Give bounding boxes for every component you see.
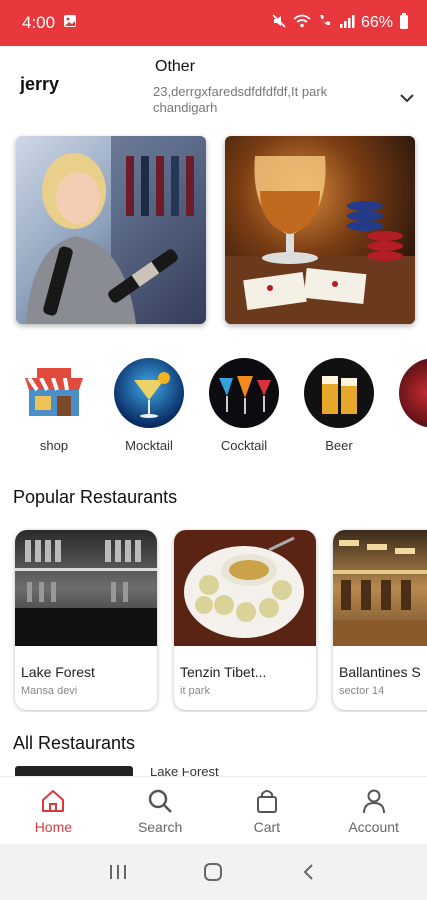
- restaurant-image: [174, 530, 316, 646]
- status-bar: 4:00 66%: [0, 0, 427, 46]
- call-icon: [317, 13, 333, 34]
- restaurant-location: it park: [180, 685, 210, 697]
- cocktail-icon: [209, 358, 279, 428]
- category-label: shop: [39, 438, 69, 453]
- restaurant-name: Lake Forest: [21, 664, 95, 680]
- restaurant-name: Ballantines S: [339, 664, 421, 680]
- restaurant-location: Mansa devi: [21, 685, 78, 697]
- wine-icon: [399, 358, 427, 428]
- category-label: Beer: [325, 438, 353, 453]
- banner-wine-image: [26, 136, 206, 324]
- system-navigation-bar: [0, 844, 427, 900]
- signal-icon: [339, 14, 355, 33]
- shopping-bag-icon: [256, 790, 277, 813]
- nav-label: Search: [137, 819, 183, 835]
- category-list[interactable]: shop Mocktail Cocktail Beer W: [0, 358, 427, 458]
- nav-label: Home: [34, 819, 73, 835]
- all-restaurant-name[interactable]: Lake Forest: [150, 768, 240, 776]
- restaurant-card[interactable]: Lake Forest Mansa devi: [15, 530, 157, 710]
- home-icon: [42, 790, 65, 812]
- beer-icon: [304, 358, 374, 428]
- nav-cart[interactable]: Cart: [214, 777, 321, 844]
- bottom-navigation: Home Search Cart Account: [0, 776, 427, 844]
- all-restaurant-image[interactable]: [15, 766, 133, 776]
- location-header[interactable]: jerry Other 23,derrgxfaredsdfdfdfdf,It p…: [0, 52, 427, 122]
- user-name: jerry: [20, 74, 60, 94]
- battery-icon: [399, 12, 409, 34]
- category-shop[interactable]: shop: [18, 358, 90, 453]
- status-time: 4:00: [22, 13, 56, 32]
- popular-restaurant-list[interactable]: Lake Forest Mansa devi Tenzin Tibet... i…: [0, 528, 427, 712]
- person-icon: [362, 789, 385, 814]
- category-label: W: [398, 438, 427, 453]
- banner-whisky-casino[interactable]: [225, 136, 415, 324]
- nav-search[interactable]: Search: [107, 777, 214, 844]
- category-label: Cocktail: [220, 438, 268, 453]
- restaurant-card[interactable]: Ballantines S sector 14: [333, 530, 427, 710]
- banner-whisky-image: [225, 156, 415, 324]
- gallery-icon: [63, 13, 77, 33]
- section-title-all: All Restaurants: [13, 733, 136, 753]
- nav-home[interactable]: Home: [0, 777, 107, 844]
- section-title-popular: Popular Restaurants: [13, 487, 178, 507]
- mute-icon: [271, 13, 287, 34]
- category-cocktail[interactable]: Cocktail: [208, 358, 280, 453]
- restaurant-name: Tenzin Tibet...: [180, 664, 267, 680]
- recent-apps-icon[interactable]: [107, 862, 129, 882]
- restaurant-image: [15, 530, 157, 646]
- home-button-icon[interactable]: [202, 861, 224, 883]
- nav-account[interactable]: Account: [320, 777, 427, 844]
- restaurant-card[interactable]: Tenzin Tibet... it park: [174, 530, 316, 710]
- category-label: Mocktail: [125, 438, 173, 453]
- banner-wine-shop[interactable]: [16, 136, 206, 324]
- restaurant-image: [333, 530, 427, 646]
- category-mocktail[interactable]: Mocktail: [113, 358, 185, 453]
- address-line[interactable]: 23,derrgxfaredsdfdfdfdf,It park chandiga…: [153, 84, 373, 116]
- nav-label: Account: [348, 819, 399, 835]
- restaurant-location: sector 14: [339, 685, 385, 697]
- mocktail-icon: [114, 358, 184, 428]
- chevron-down-icon[interactable]: [399, 90, 415, 106]
- nav-label: Cart: [253, 819, 281, 835]
- battery-percent: 66%: [360, 14, 393, 31]
- category-beer[interactable]: Beer: [303, 358, 375, 453]
- wifi-icon: [293, 14, 311, 33]
- address-title[interactable]: Other: [155, 58, 195, 76]
- shop-icon: [19, 358, 89, 428]
- back-icon[interactable]: [298, 861, 320, 883]
- search-icon: [148, 789, 173, 813]
- category-wine[interactable]: W: [398, 358, 427, 453]
